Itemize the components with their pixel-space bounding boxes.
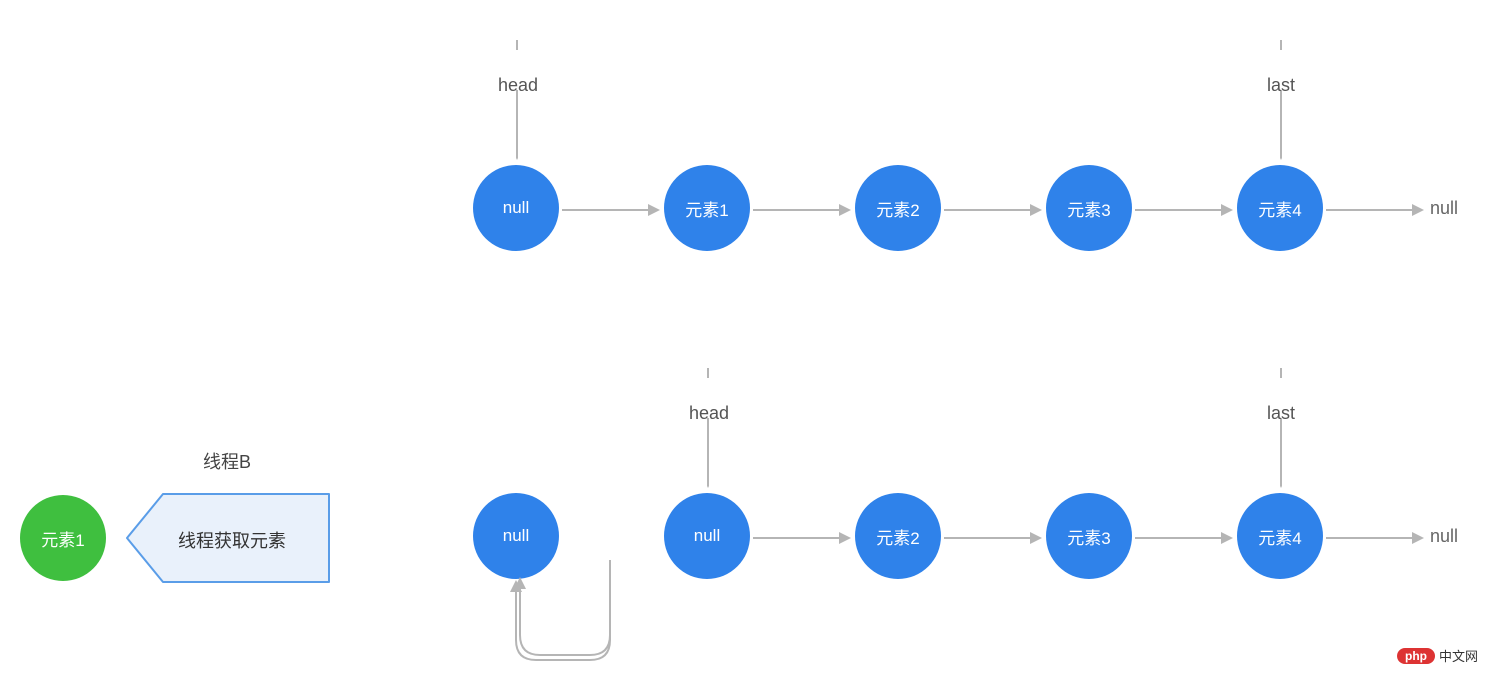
bottom-arrow-2-3 — [944, 532, 1042, 544]
bottom-node-3: 元素3 — [1046, 493, 1132, 579]
head-pointer-top — [516, 40, 518, 160]
node-label: null — [503, 526, 529, 546]
bottom-arrow-3-4 — [1135, 532, 1233, 544]
node-label: 元素3 — [1067, 524, 1110, 549]
top-node-4: 元素4 — [1237, 165, 1323, 251]
last-pointer-top — [1280, 40, 1282, 160]
top-node-0: null — [473, 165, 559, 251]
node-label: 元素1 — [685, 196, 728, 221]
top-arrow-3-4 — [1135, 204, 1233, 216]
bottom-arrow-4-null — [1326, 532, 1424, 544]
bottom-node-4: 元素4 — [1237, 493, 1323, 579]
head-label-bottom: head — [689, 403, 729, 424]
watermark-brand: php — [1397, 648, 1435, 664]
watermark-site: 中文网 — [1439, 646, 1478, 665]
head-label-top: head — [498, 75, 538, 96]
bottom-trailing-null: null — [1430, 526, 1458, 547]
top-arrow-1-2 — [753, 204, 851, 216]
top-trailing-null: null — [1430, 198, 1458, 219]
top-arrow-2-3 — [944, 204, 1042, 216]
node-label: null — [503, 198, 529, 218]
node-label: 元素1 — [41, 526, 84, 551]
top-node-3: 元素3 — [1046, 165, 1132, 251]
bottom-node-0-self-loop — [480, 570, 630, 680]
node-label: 元素2 — [876, 196, 919, 221]
top-arrow-4-null — [1326, 204, 1424, 216]
top-node-1: 元素1 — [664, 165, 750, 251]
last-label-bottom: last — [1267, 403, 1295, 424]
bottom-node-2: 元素2 — [855, 493, 941, 579]
thread-action-label: 线程获取元素 — [178, 527, 286, 553]
thread-title: 线程B — [203, 448, 251, 474]
retrieved-element-node: 元素1 — [20, 495, 106, 581]
last-label-top: last — [1267, 75, 1295, 96]
last-pointer-bottom — [1280, 368, 1282, 488]
node-label: null — [694, 526, 720, 546]
top-node-2: 元素2 — [855, 165, 941, 251]
bottom-node-0: null — [473, 493, 559, 579]
head-pointer-bottom — [707, 368, 709, 488]
top-arrow-0-1 — [562, 204, 660, 216]
node-label: 元素3 — [1067, 196, 1110, 221]
node-label: 元素2 — [876, 524, 919, 549]
node-label: 元素4 — [1258, 524, 1301, 549]
bottom-node-1: null — [664, 493, 750, 579]
bottom-arrow-1-2 — [753, 532, 851, 544]
node-label: 元素4 — [1258, 196, 1301, 221]
watermark: php 中文网 — [1397, 646, 1478, 665]
